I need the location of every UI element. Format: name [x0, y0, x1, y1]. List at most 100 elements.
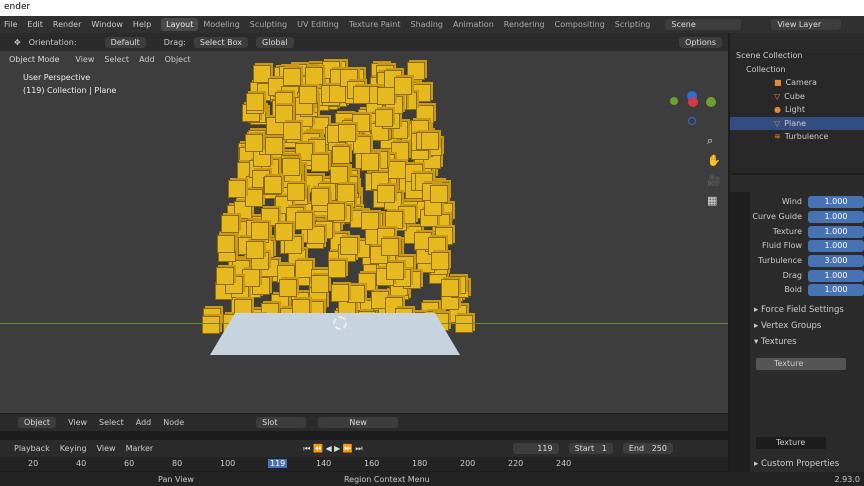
item-label: Light: [784, 105, 805, 115]
light-icon: ●: [774, 105, 781, 115]
menu-window[interactable]: Window: [91, 20, 123, 29]
tab-scripting[interactable]: Scripting: [610, 18, 656, 31]
texture-slot-item[interactable]: Texture: [756, 358, 846, 370]
menu-edit[interactable]: Edit: [27, 20, 43, 29]
field-value[interactable]: 1.000: [808, 225, 864, 238]
properties-tabs[interactable]: [730, 192, 750, 477]
field-value[interactable]: 1.000: [808, 210, 864, 223]
orientation-dropdown[interactable]: Default: [104, 36, 146, 48]
tab-shading[interactable]: Shading: [405, 18, 448, 31]
outliner-light[interactable]: ● Light: [730, 103, 864, 117]
weight-turbulence[interactable]: Turbulence 3.000: [752, 254, 864, 267]
outliner-collection[interactable]: Collection: [730, 63, 864, 77]
particle-cube: [279, 279, 298, 298]
particle-cube: [304, 67, 323, 86]
node-menu-select[interactable]: Select: [99, 418, 124, 427]
3d-viewport[interactable]: Object Mode View Select Add Object User …: [0, 51, 728, 413]
tab-animation[interactable]: Animation: [448, 18, 499, 31]
particle-cube: [221, 214, 240, 233]
slot-dropdown[interactable]: Slot: [256, 417, 307, 428]
field-value[interactable]: 1.000: [808, 195, 864, 208]
particle-cube: [283, 121, 302, 140]
timeline-ruler[interactable]: 20 40 60 80 100 119 140 160 180 200 220 240: [0, 457, 728, 471]
field-value[interactable]: 1.000: [808, 283, 864, 296]
current-frame-field[interactable]: 119: [512, 443, 559, 454]
view-info: User Perspective: [23, 73, 91, 82]
transform-orientation-dropdown[interactable]: Global: [256, 36, 294, 48]
tab-uv-editing[interactable]: UV Editing: [292, 18, 344, 31]
timeline-view[interactable]: View: [97, 444, 116, 453]
weight-boid[interactable]: Boid 1.000: [752, 283, 864, 296]
timeline-playback[interactable]: Playback: [14, 444, 50, 453]
timeline-tick: 220: [508, 459, 524, 468]
viewport-menu-object[interactable]: Object: [165, 55, 191, 64]
navigation-gizmo[interactable]: [668, 81, 718, 131]
mode-dropdown[interactable]: Object Mode: [3, 53, 66, 65]
timeline-tick: 80: [172, 459, 183, 468]
force-field-icon: ≋: [774, 132, 781, 142]
options-dropdown[interactable]: Options: [679, 36, 722, 48]
new-material-button[interactable]: New: [318, 417, 399, 428]
drag-dropdown[interactable]: Select Box: [193, 36, 249, 48]
timeline-marker[interactable]: Marker: [126, 444, 154, 453]
particle-cube: [328, 260, 347, 279]
menu-help[interactable]: Help: [133, 20, 151, 29]
tab-sculpting[interactable]: Sculpting: [245, 18, 292, 31]
menu-file[interactable]: File: [4, 20, 17, 29]
weight-fluid-flow[interactable]: Fluid Flow 1.000: [752, 239, 864, 252]
node-menu-node[interactable]: Node: [163, 418, 184, 427]
editor-type-dropdown[interactable]: Object: [18, 417, 57, 428]
scene-selector[interactable]: Scene: [665, 19, 742, 30]
outliner-plane[interactable]: ▽ Plane: [730, 116, 864, 130]
weight-curve-guide[interactable]: Curve Guide 1.000: [752, 210, 864, 223]
version-label: 2.93.0: [834, 474, 860, 484]
end-frame-field[interactable]: End 250: [622, 443, 673, 454]
3d-cursor-icon[interactable]: [333, 316, 347, 330]
viewport-nav-icons[interactable]: ⌕ ✋ 🎥 ▦: [707, 131, 721, 211]
texture-datablock[interactable]: Texture: [756, 437, 826, 449]
section-textures[interactable]: ▾ Textures: [754, 337, 797, 347]
section-vertex-groups[interactable]: ▸ Vertex Groups: [754, 321, 821, 331]
view-layer-selector[interactable]: View Layer: [771, 19, 842, 30]
viewport-menu-view[interactable]: View: [75, 55, 94, 64]
particle-cube: [244, 188, 263, 207]
mesh-icon: ▽: [774, 118, 781, 128]
timeline-keying[interactable]: Keying: [60, 444, 87, 453]
weight-texture[interactable]: Texture 1.000: [752, 225, 864, 238]
tab-modeling[interactable]: Modeling: [198, 18, 244, 31]
outliner-camera[interactable]: ■ Camera: [730, 76, 864, 90]
playback-controls[interactable]: ⏮ ⏪ ◀ ▶ ⏩ ⏭: [303, 444, 362, 454]
field-label: Turbulence: [758, 256, 802, 265]
tab-compositing[interactable]: Compositing: [550, 18, 610, 31]
tab-layout[interactable]: Layout: [161, 18, 199, 31]
field-value[interactable]: 3.000: [808, 254, 864, 267]
start-frame-field[interactable]: Start 1: [568, 443, 613, 454]
menu-render[interactable]: Render: [53, 20, 81, 29]
particle-cube: [327, 202, 346, 221]
move-icon[interactable]: ✥: [14, 38, 21, 47]
tab-texture-paint[interactable]: Texture Paint: [344, 18, 406, 31]
outliner-cube[interactable]: ▽ Cube: [730, 90, 864, 104]
drag-label: Drag:: [163, 37, 186, 47]
viewport-menu-add[interactable]: Add: [139, 55, 155, 64]
texture-slot-label: Texture: [774, 359, 804, 368]
timeline-tick: 60: [124, 459, 135, 468]
camera-icon: ■: [774, 78, 782, 88]
outliner-scene-collection[interactable]: Scene Collection: [730, 49, 864, 63]
field-label: Wind: [781, 197, 802, 206]
outliner-turbulence[interactable]: ≋ Turbulence: [730, 130, 864, 144]
weight-wind[interactable]: Wind 1.000: [752, 195, 864, 208]
field-value[interactable]: 1.000: [808, 269, 864, 282]
window-title: ender: [0, 0, 864, 16]
section-force-field-settings[interactable]: ▸ Force Field Settings: [754, 305, 844, 315]
start-value: 1: [601, 444, 607, 453]
section-custom-properties[interactable]: ▸ Custom Properties: [754, 459, 839, 469]
node-menu-view[interactable]: View: [68, 418, 87, 427]
node-menu-add[interactable]: Add: [136, 418, 152, 427]
tab-rendering[interactable]: Rendering: [499, 18, 550, 31]
weight-drag[interactable]: Drag 1.000: [752, 269, 864, 282]
viewport-menu-select[interactable]: Select: [104, 55, 129, 64]
section-label: Custom Properties: [760, 459, 840, 469]
particle-cube: [375, 109, 394, 127]
field-value[interactable]: 1.000: [808, 239, 864, 252]
